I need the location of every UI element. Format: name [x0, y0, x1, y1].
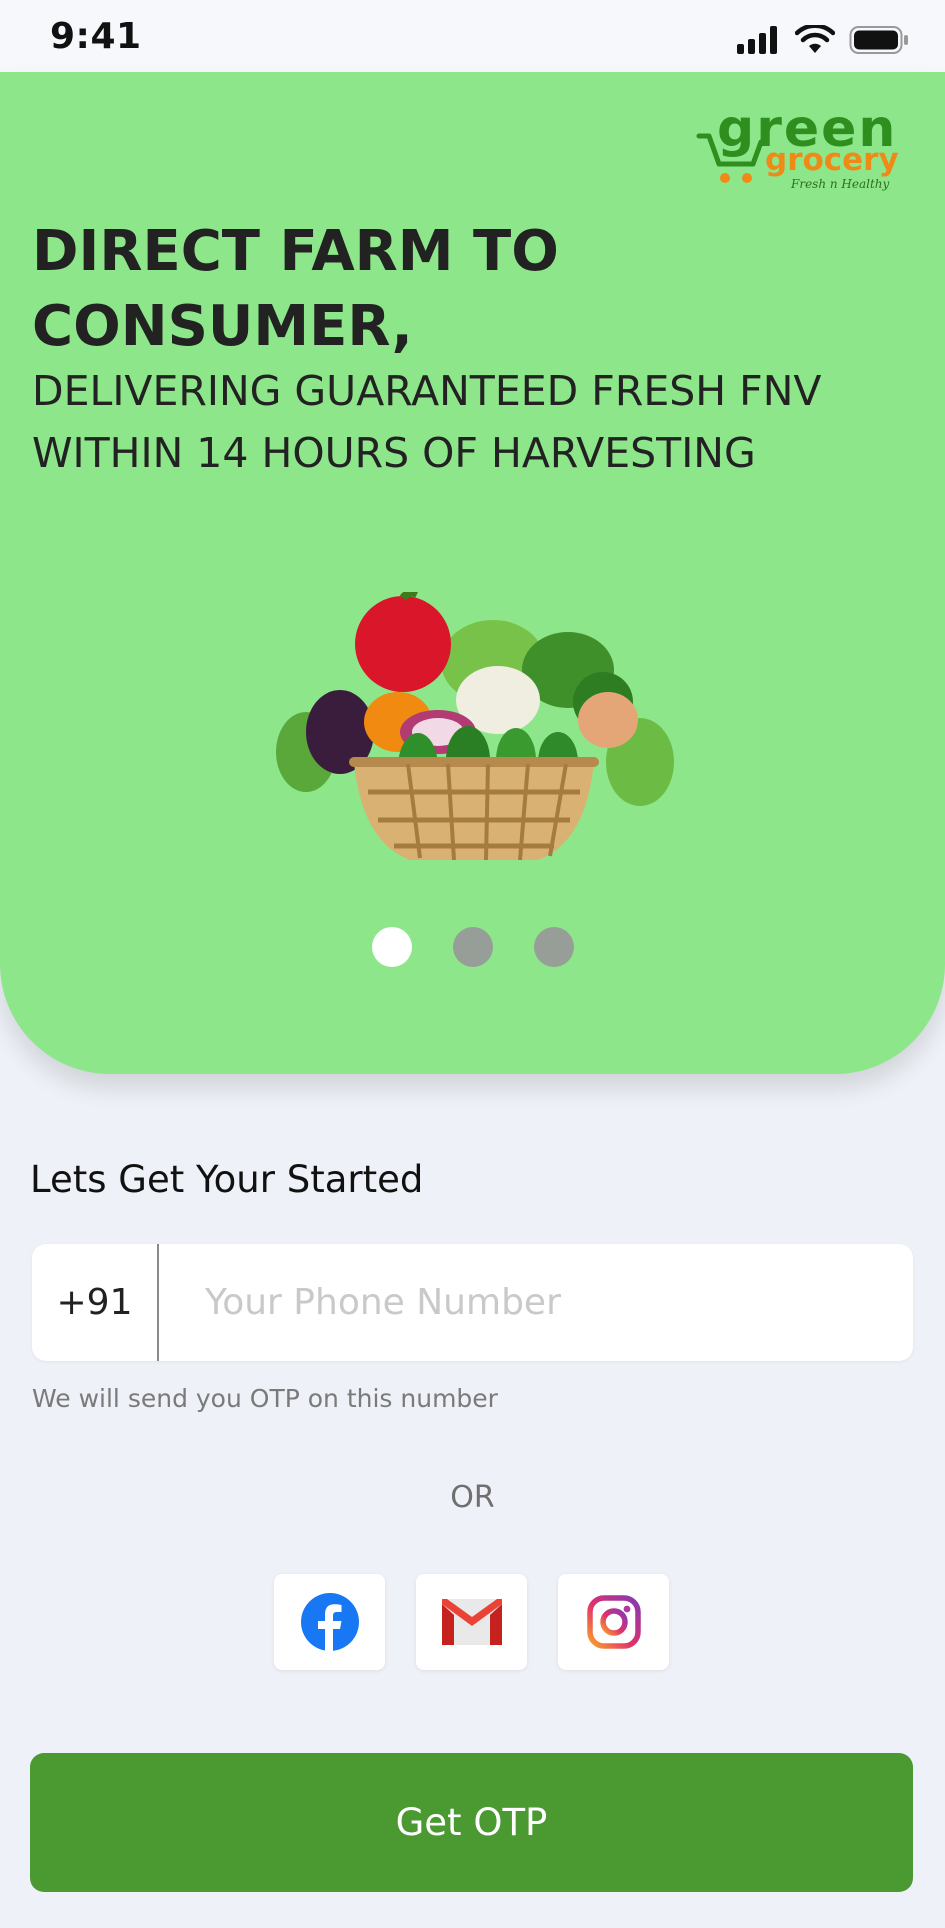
- vegetable-basket-icon: [276, 592, 674, 861]
- otp-hint: We will send you OTP on this number: [32, 1384, 498, 1413]
- facebook-icon: [300, 1593, 359, 1651]
- get-otp-button[interactable]: Get OTP: [30, 1753, 913, 1892]
- instagram-login-button[interactable]: [558, 1574, 669, 1670]
- country-code-selector[interactable]: +91: [32, 1244, 159, 1361]
- svg-text:grocery: grocery: [765, 142, 899, 178]
- social-login-row: [274, 1574, 669, 1670]
- wifi-icon: [795, 25, 835, 53]
- svg-text:Fresh n Healthy: Fresh n Healthy: [790, 177, 890, 191]
- hero-subline: DELIVERING GUARANTEED FRESH FNV WITHIN 1…: [32, 367, 822, 477]
- carousel-indicator: [0, 927, 945, 967]
- carousel-dot[interactable]: [452, 927, 493, 967]
- instagram-icon: [586, 1595, 641, 1649]
- battery-icon: [849, 26, 908, 54]
- status-time: 9:41: [50, 16, 142, 57]
- phone-field: +91: [32, 1244, 913, 1361]
- status-bar: 9:41: [0, 0, 945, 72]
- cellular-signal-icon: [737, 26, 777, 54]
- gmail-login-button[interactable]: [416, 1574, 527, 1670]
- or-divider: OR: [450, 1480, 495, 1515]
- hero-headline: DIRECT FARM TO CONSUMER,: [32, 219, 559, 359]
- phone-input[interactable]: [159, 1244, 913, 1361]
- login-title: Lets Get Your Started: [30, 1158, 424, 1201]
- facebook-login-button[interactable]: [274, 1574, 385, 1670]
- gmail-icon: [441, 1599, 502, 1645]
- carousel-dot[interactable]: [533, 927, 574, 967]
- green-grocery-logo: green grocery Fresh n Healthy: [696, 100, 899, 191]
- carousel-dot[interactable]: [371, 927, 412, 967]
- status-icons: [737, 22, 909, 58]
- hero-banner: green grocery Fresh n Healthy DIRECT FAR…: [0, 72, 945, 1074]
